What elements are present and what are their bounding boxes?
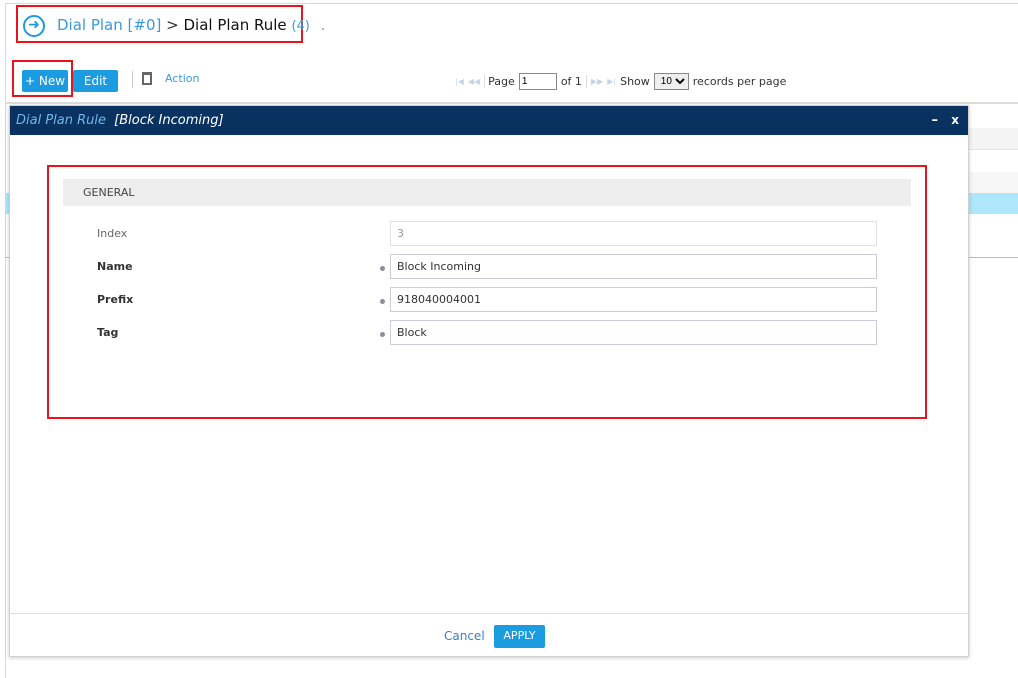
tag-field[interactable]: Block (390, 320, 877, 345)
pager: |◀ ◀◀ Page of 1 ▶▶ ▶| Show 10 records pe… (455, 73, 786, 90)
section-general: GENERAL (63, 179, 911, 206)
breadcrumb-separator: > (166, 16, 179, 34)
table-header (968, 128, 1018, 150)
breadcrumb: Dial Plan [#0] > Dial Plan Rule (4) . (57, 16, 325, 34)
next-page-icon[interactable]: ▶▶ (591, 77, 603, 86)
dialog-subtitle: [Block Incoming] (114, 113, 224, 128)
breadcrumb-parent-link[interactable]: Dial Plan [#0] (57, 16, 161, 34)
name-field[interactable]: Block Incoming (390, 254, 877, 279)
trash-icon[interactable] (142, 72, 152, 85)
prefix-field[interactable]: 918040004001 (390, 287, 877, 312)
prefix-label: Prefix (97, 293, 134, 306)
dialog-header: Dial Plan Rule [Block Incoming] – x (10, 106, 968, 135)
page-label: Page (484, 75, 515, 88)
required-dot-icon (380, 332, 385, 337)
required-dot-icon (380, 266, 385, 271)
action-link[interactable]: Action (165, 72, 199, 85)
apply-button[interactable]: APPLY (494, 625, 545, 648)
index-field: 3 (390, 221, 877, 246)
breadcrumb-trailing: . (320, 16, 326, 34)
toolbar-separator (5, 102, 1018, 104)
records-per-page-label: records per page (692, 75, 787, 88)
required-dot-icon (380, 299, 385, 304)
page-input[interactable] (518, 73, 557, 90)
breadcrumb-current: Dial Plan Rule (183, 16, 287, 34)
cancel-button[interactable]: Cancel (444, 629, 485, 643)
dialog-footer-divider (10, 613, 968, 614)
name-label: Name (97, 260, 133, 273)
table-row[interactable] (968, 172, 1018, 193)
dialog-title: Dial Plan Rule (16, 113, 107, 128)
records-per-page-select[interactable]: 10 (653, 73, 689, 90)
show-label: Show (620, 75, 650, 88)
last-page-icon[interactable]: ▶| (607, 77, 616, 86)
toolbar-divider (132, 71, 133, 88)
close-button[interactable]: x (951, 106, 959, 135)
first-page-icon[interactable]: |◀ (455, 77, 464, 86)
back-arrow-icon[interactable]: ➜ (23, 15, 45, 37)
minimize-button[interactable]: – (932, 106, 939, 135)
page-of-label: of 1 (561, 75, 587, 88)
prev-page-icon[interactable]: ◀◀ (468, 77, 480, 86)
edit-button[interactable]: Edit (73, 70, 118, 92)
new-button[interactable]: + New (22, 70, 68, 92)
breadcrumb-count: (4) (291, 19, 310, 34)
index-label: Index (97, 227, 128, 240)
tag-label: Tag (97, 326, 119, 339)
